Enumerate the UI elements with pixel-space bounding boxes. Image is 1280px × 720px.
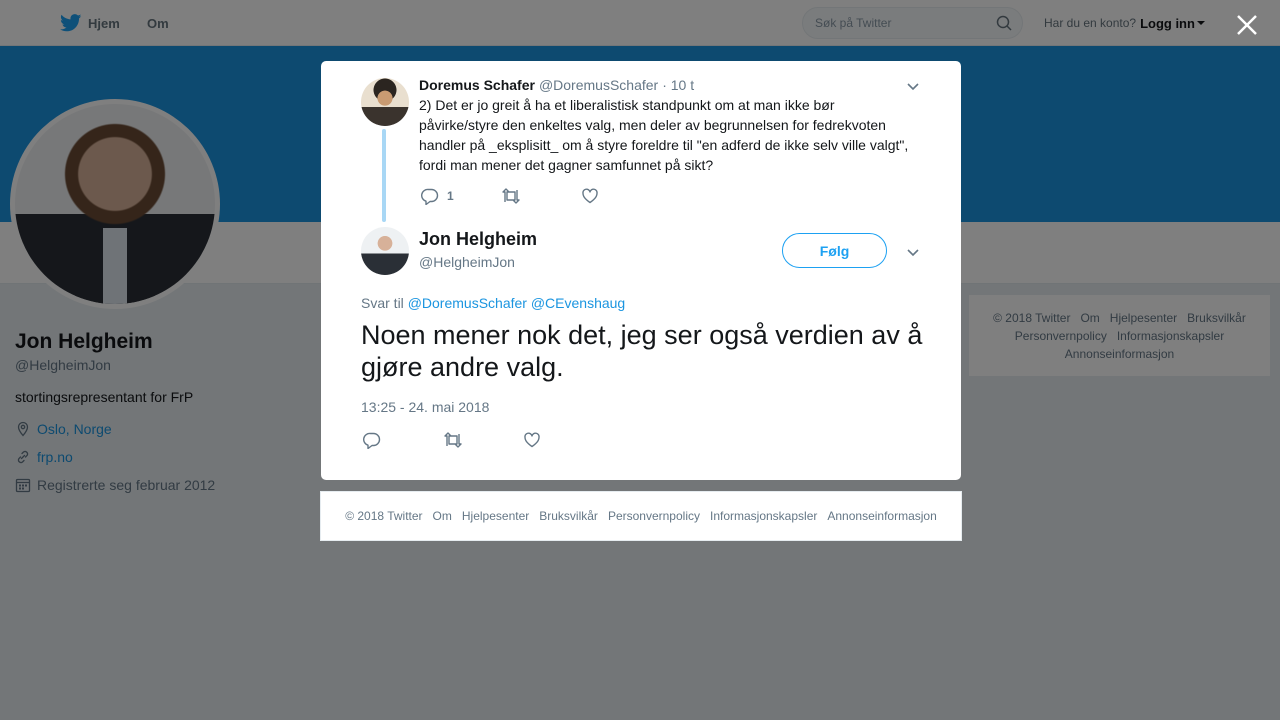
reply-prefix: Svar til: [361, 295, 404, 311]
reply-button[interactable]: 1: [421, 187, 501, 205]
reply-icon: [421, 188, 439, 205]
like-button[interactable]: [581, 187, 599, 205]
retweet-button[interactable]: [443, 431, 523, 449]
tweet-text: Noen mener nok det, jeg ser også verdien…: [361, 320, 923, 382]
close-icon[interactable]: [1234, 12, 1260, 38]
retweet-button[interactable]: [501, 187, 581, 205]
footer-help[interactable]: Hjelpesenter: [462, 509, 529, 523]
parent-tweet-actions: 1: [421, 187, 599, 205]
thread-connector: [382, 129, 386, 222]
parent-tweet-text: 2) Det er jo greit å ha et liberalistisk…: [419, 97, 909, 173]
reply-mention-1[interactable]: @DoremusSchafer: [408, 295, 527, 311]
footer-terms[interactable]: Bruksvilkår: [539, 509, 598, 523]
follow-button[interactable]: Følg: [782, 233, 887, 268]
reply-mention-2[interactable]: @CEvenshaug: [531, 295, 625, 311]
parent-tweet-header: Doremus Schafer @DoremusSchafer · 10 t: [419, 77, 694, 93]
chevron-down-icon[interactable]: [905, 78, 921, 94]
heart-icon: [582, 188, 598, 204]
footer-ads[interactable]: Annonseinformasjon: [827, 509, 936, 523]
tweet-actions: [363, 431, 603, 449]
footer-cookies[interactable]: Informasjonskapsler: [710, 509, 817, 523]
reply-button[interactable]: [363, 431, 443, 449]
retweet-icon: [444, 432, 462, 448]
footer-about[interactable]: Om: [433, 509, 452, 523]
footer-copyright: © 2018 Twitter: [345, 509, 423, 523]
retweet-icon: [502, 188, 520, 204]
parent-tweet-avatar[interactable]: [361, 78, 409, 126]
tweet-modal: Doremus Schafer @DoremusSchafer · 10 t 2…: [321, 61, 961, 480]
modal-footer: © 2018 Twitter Om Hjelpesenter Bruksvilk…: [320, 491, 962, 541]
like-button[interactable]: [523, 431, 603, 449]
reply-count: 1: [447, 189, 454, 203]
chevron-down-icon[interactable]: [905, 244, 921, 260]
replying-to: Svar til @DoremusSchafer @CEvenshaug: [361, 295, 625, 311]
tweet-author-avatar[interactable]: [361, 227, 409, 275]
parent-tweet-time[interactable]: · 10 t: [662, 77, 694, 93]
tweet-author-handle[interactable]: @HelgheimJon: [419, 254, 515, 270]
reply-icon: [363, 432, 381, 449]
footer-privacy[interactable]: Personvernpolicy: [608, 509, 700, 523]
tweet-author-name[interactable]: Jon Helgheim: [419, 229, 537, 250]
heart-icon: [524, 432, 540, 448]
parent-tweet-handle[interactable]: @DoremusSchafer: [539, 77, 658, 93]
tweet-timestamp[interactable]: 13:25 - 24. mai 2018: [361, 399, 489, 415]
parent-tweet-author[interactable]: Doremus Schafer: [419, 77, 535, 93]
